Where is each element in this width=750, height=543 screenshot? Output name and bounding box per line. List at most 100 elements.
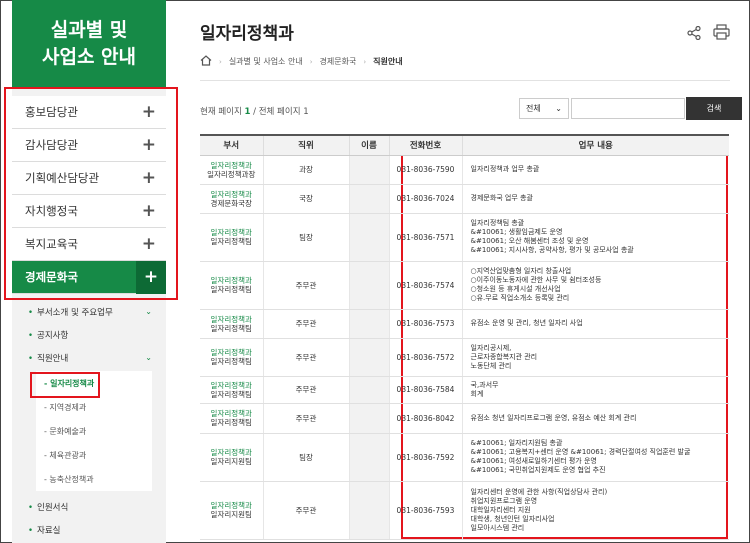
page-count-total: 1 xyxy=(303,107,309,117)
chevron-down-icon: ⌄ xyxy=(145,353,152,362)
duty-cell: 일자리센터 운영에 관한 사항(직업상담사 관리) 취업지원프로그램 운영 대학… xyxy=(461,481,729,540)
name-cell xyxy=(348,155,389,185)
dept-link[interactable]: 일자리정책과 xyxy=(200,348,263,357)
table-row: 일자리정책과 일자리정책팀 주무관 031-8036-7573 유점소 운영 및 … xyxy=(200,309,729,339)
position-cell: 국장 xyxy=(262,184,349,214)
dept-link[interactable]: 일자리정책과 xyxy=(200,276,263,285)
divider xyxy=(200,80,730,81)
duty-cell: 경제문화국 업무 총괄 xyxy=(461,184,729,214)
name-cell xyxy=(348,261,389,310)
table-row: 일자리정책과 일자리정책과장 과장 031-8036-7590 일자리정책과 업무… xyxy=(200,155,729,185)
dept-cell: 일자리정책과 일자리정책팀 xyxy=(200,376,263,404)
duty-cell: &#10061; 일자리지원팀 총괄 &#10061; 고용복지+센터 운영 &… xyxy=(461,433,729,482)
dept-cell: 일자리정책과 일자리정책팀 xyxy=(200,338,263,377)
header-name: 이름 xyxy=(348,134,389,156)
breadcrumb-separator: › xyxy=(309,57,313,66)
header-phone: 전화번호 xyxy=(388,134,462,156)
position-cell: 주무관 xyxy=(262,338,349,377)
submenu-item-notice[interactable]: • 공지사항 xyxy=(12,323,166,346)
subsub-item-regional-economy[interactable]: - 지역경제과 xyxy=(36,395,152,419)
dept-sub: 일자리정책팀 xyxy=(210,323,252,333)
table-row: 일자리정책과 일자리정책팀 주무관 031-8036-7584 국,과서무 회계 xyxy=(200,376,729,404)
submenu-label: 인원서식 xyxy=(37,502,69,513)
print-icon[interactable] xyxy=(713,24,730,44)
chevron-down-icon: ⌄ xyxy=(145,307,152,316)
highlight-box-current xyxy=(30,372,100,398)
phone-cell: 031-8036-7573 xyxy=(388,309,462,339)
position-cell: 주무관 xyxy=(262,376,349,404)
bullet-icon: • xyxy=(28,307,34,318)
submenu-label: 자료실 xyxy=(37,525,61,536)
name-cell xyxy=(348,213,389,262)
duty-cell: 일자리공시제, 근로자종합복지관 관리 노동단체 관리 xyxy=(461,338,729,377)
phone-cell: 031-8036-7593 xyxy=(388,481,462,540)
dept-sub: 일자리지원팀 xyxy=(210,457,252,466)
duty-cell: 일자리정책팀 총괄 &#10061; 생활임금제도 운영 &#10061; 오산… xyxy=(461,213,729,262)
submenu-item-archive[interactable]: • 자료실 xyxy=(12,518,166,541)
dept-link[interactable]: 일자리정책과 xyxy=(200,190,263,199)
dept-cell: 일자리정책과 일자리정책팀 xyxy=(200,261,263,310)
table-row: 일자리정책과 경제문화국장 국장 031-8036-7024 경제문화국 업무 총… xyxy=(200,184,729,214)
bullet-icon: • xyxy=(28,330,34,341)
dept-cell: 일자리정책과 일자리정책팀 xyxy=(200,403,263,434)
duty-cell: ○지역산업맞춤형 일자리 창출사업 ○이주이동노동자에 관한 사무 및 쉼터조성… xyxy=(461,261,729,310)
dept-link[interactable]: 일자리정책과 xyxy=(200,448,263,457)
dept-link[interactable]: 일자리정책과 xyxy=(200,501,263,510)
search-scope-value: 전체 xyxy=(526,104,541,113)
dept-sub: 일자리정책팀 xyxy=(210,285,252,294)
submenu-item-staff[interactable]: • 직원안내 ⌄ xyxy=(12,346,166,369)
chevron-down-icon: ⌄ xyxy=(555,104,562,113)
phone-cell: 031-8036-7024 xyxy=(388,184,462,214)
subsub-item-sports-tourism[interactable]: - 체육관광과 xyxy=(36,443,152,467)
home-icon[interactable] xyxy=(200,55,212,68)
bullet-icon: • xyxy=(28,502,34,513)
table-row: 일자리정책과 일자리정책팀 주무관 031-8036-8042 유점소 청년 일자… xyxy=(200,403,729,434)
breadcrumb-item[interactable]: 경제문화국 xyxy=(320,56,357,67)
dept-link[interactable]: 일자리정책과 xyxy=(200,315,263,324)
submenu-label: 부서소개 및 주요업무 xyxy=(37,307,113,318)
phone-cell: 031-8036-7590 xyxy=(388,155,462,185)
dept-link[interactable]: 일자리정책과 xyxy=(200,381,263,390)
dept-cell: 일자리정책과 일자리정책팀 xyxy=(200,309,263,339)
dept-sub: 경제문화국장 xyxy=(210,198,252,208)
search-input[interactable] xyxy=(571,98,685,119)
breadcrumb-current: 직원안내 xyxy=(373,57,403,66)
bullet-icon: • xyxy=(28,525,34,536)
subsub-item-agriculture[interactable]: - 농축산정책과 xyxy=(36,467,152,491)
duty-cell: 국,과서무 회계 xyxy=(461,376,729,404)
header-position: 직위 xyxy=(262,134,349,156)
dept-sub: 일자리정책팀 xyxy=(210,237,252,246)
table-row: 일자리정책과 일자리지원팀 팀장 031-8036-7592 &#10061; 일… xyxy=(200,433,729,482)
phone-cell: 031-8036-7571 xyxy=(388,213,462,262)
table-row: 일자리정책과 일자리정책팀 주무관 031-8036-7574 ○지역산업맞춤형 … xyxy=(200,261,729,310)
table-row: 일자리정책과 일자리지원팀 주무관 031-8036-7593 일자리센터 운영에… xyxy=(200,481,729,540)
dept-sub: 일자리정책과장 xyxy=(207,169,256,179)
dept-link[interactable]: 일자리정책과 xyxy=(200,409,263,418)
dept-sub: 일자리정책팀 xyxy=(210,418,252,427)
duty-cell: 유점소 청년 일자리프로그램 운영, 유점소 예산 회계 관리 xyxy=(461,403,729,434)
dept-cell: 일자리정책과 경제문화국장 xyxy=(200,184,263,214)
phone-cell: 031-8036-7574 xyxy=(388,261,462,310)
search-button[interactable]: 검색 xyxy=(686,97,742,120)
highlight-box-menu xyxy=(4,87,178,300)
dept-cell: 일자리정책과 일자리정책팀 xyxy=(200,213,263,262)
breadcrumb-separator: › xyxy=(219,57,222,66)
phone-cell: 031-8036-7584 xyxy=(388,376,462,404)
dept-link[interactable]: 일자리정책과 xyxy=(200,161,263,170)
phone-cell: 031-8036-8042 xyxy=(388,403,462,434)
submenu-label: 공지사항 xyxy=(37,330,69,341)
page-count: 현재 페이지 1 / 전체 페이지 1 xyxy=(200,105,309,117)
share-icon[interactable] xyxy=(687,25,701,44)
search-scope-select[interactable]: 전체 ⌄ xyxy=(519,98,569,119)
dept-cell: 일자리정책과 일자리지원팀 xyxy=(200,481,263,540)
submenu-item-forms[interactable]: • 인원서식 xyxy=(12,495,166,518)
table-row: 일자리정책과 일자리정책팀 팀장 031-8036-7571 일자리정책팀 총괄 … xyxy=(200,213,729,262)
position-cell: 과장 xyxy=(262,155,349,185)
submenu-label: 직원안내 xyxy=(37,353,69,364)
breadcrumb-item[interactable]: 실과별 및 사업소 안내 xyxy=(229,56,303,67)
submenu-item-intro[interactable]: • 부서소개 및 주요업무 ⌄ xyxy=(12,300,166,323)
phone-cell: 031-8036-7572 xyxy=(388,338,462,377)
dept-link[interactable]: 일자리정책과 xyxy=(200,228,263,237)
position-cell: 주무관 xyxy=(262,309,349,339)
subsub-item-culture-arts[interactable]: - 문화예술과 xyxy=(36,419,152,443)
